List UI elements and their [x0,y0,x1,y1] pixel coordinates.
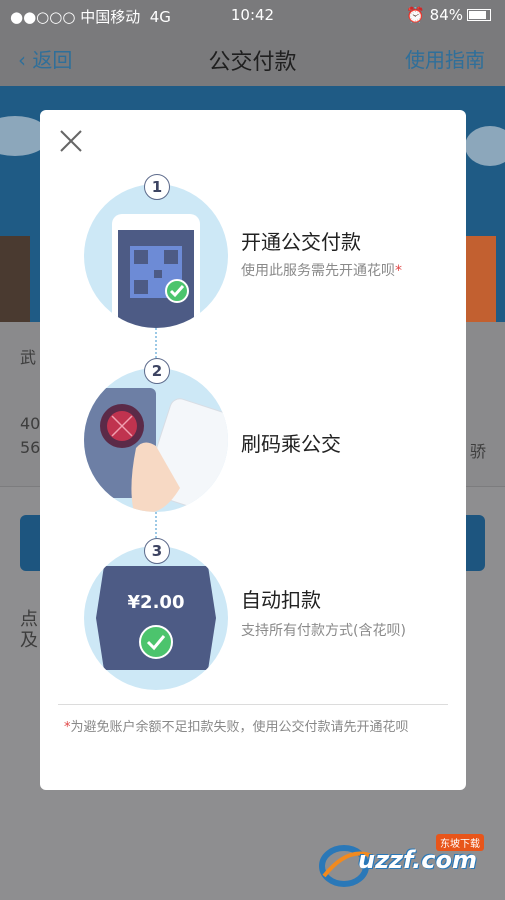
step3-illustration: ¥2.00 [84,546,228,690]
modal-footnote: *为避免账户余额不足扣款失败，使用公交付款请先开通花呗 [64,718,454,738]
step3-number: 3 [144,538,170,564]
step1-desc-asterisk: * [395,263,402,279]
step3-desc: 支持所有付款方式(含花呗) [241,623,406,639]
battery-icon [467,9,491,21]
step1-number: 1 [144,174,170,200]
status-bar: ●●○○○ 中国移动 4G 10:42 ⏰ 84% [0,0,505,30]
step2-illustration [84,368,228,512]
intro-modal: 1 开通公交付款 使用此服务需先开通花呗* 2 刷码乘公交 ¥2.00 3 自动… [40,110,466,790]
battery-percent: 84% [429,6,463,24]
bg-text-route2: 56 [20,438,41,457]
battery-status: ⏰ 84% [406,6,491,24]
banner-illustration [0,236,30,322]
modal-divider [58,704,448,705]
step1-desc-text: 使用此服务需先开通花呗 [241,263,395,279]
footnote-text: 为避免账户余额不足扣款失败，使用公交付款请先开通花呗 [70,720,409,735]
step1-illustration [84,184,228,328]
step-connector [155,508,157,538]
step3-title: 自动扣款 [241,588,321,612]
step2-title: 刷码乘公交 [241,432,341,456]
watermark-logo: uzzf.com 东坡下载 [318,834,500,890]
bg-text-note2: 及 [20,630,38,651]
step1-desc: 使用此服务需先开通花呗* [241,260,402,280]
receipt-check-icon [96,566,216,670]
bg-text-station: 武 [20,348,37,367]
phone-qr-icon [112,214,200,328]
step1-title: 开通公交付款 [241,230,361,254]
bg-text-route1: 40 [20,414,41,433]
guide-link[interactable]: 使用指南 [405,44,485,73]
alarm-icon: ⏰ [406,6,425,24]
step2-number: 2 [144,358,170,384]
scan-phone-icon [84,388,228,512]
step-connector [155,328,157,358]
step3-amount: ¥2.00 [127,592,185,613]
bg-text-route-right: 骄 [470,442,487,461]
watermark-tag: 东坡下载 [436,834,484,851]
nav-bar: ‹ 返回 公交付款 使用指南 [0,30,505,86]
close-icon[interactable] [58,128,84,154]
banner-person [466,236,496,322]
